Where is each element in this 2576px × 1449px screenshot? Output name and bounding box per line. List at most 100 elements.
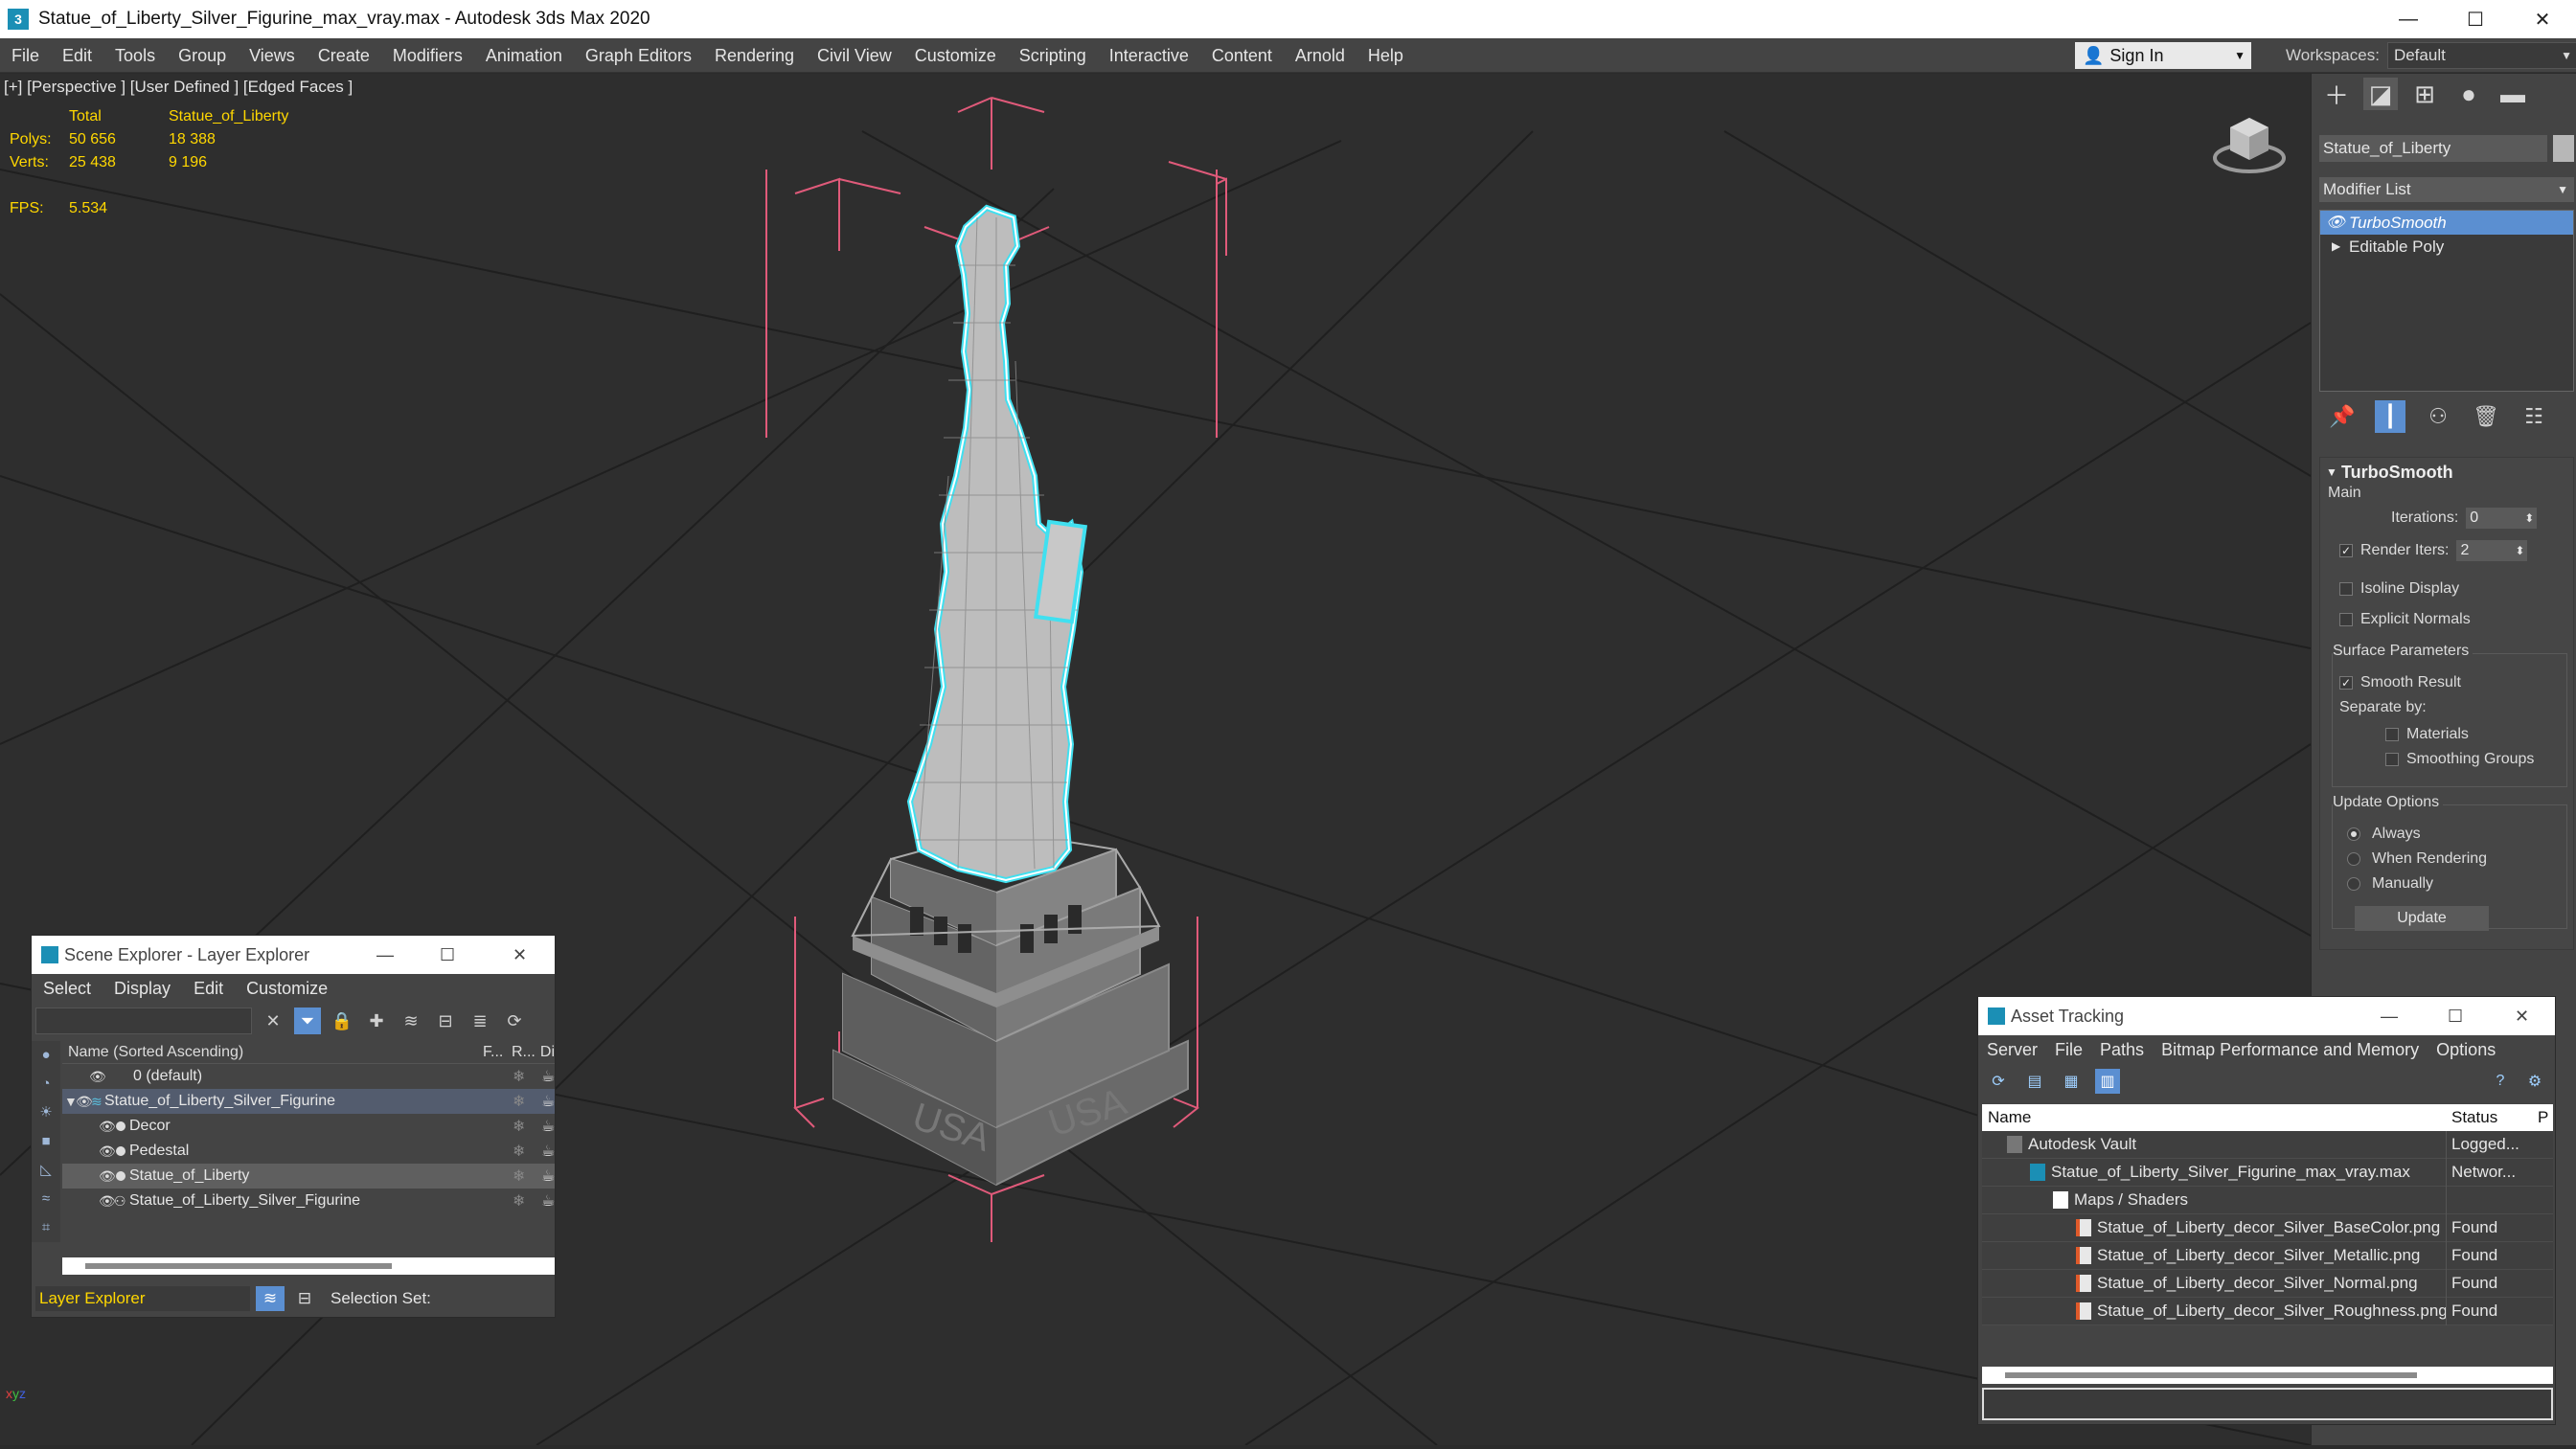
menu-views[interactable]: Views <box>238 38 307 73</box>
settings-icon[interactable]: ⚙ <box>2522 1069 2547 1094</box>
eye-icon[interactable]: 👁 <box>99 1168 116 1185</box>
render-teapot-icon[interactable]: ☕ <box>541 1191 555 1211</box>
filter-icon[interactable]: ⏷ <box>294 1008 321 1034</box>
col-status[interactable]: Status <box>2451 1108 2497 1127</box>
stack-layers-icon[interactable]: ≣ <box>467 1008 493 1034</box>
table-row[interactable]: 👁 Statue_of_Liberty ❄ ☕ <box>62 1164 555 1189</box>
remove-modifier-icon[interactable]: 🗑 <box>2471 400 2501 433</box>
eye-icon[interactable]: 👁 <box>99 1119 116 1135</box>
render-teapot-icon[interactable]: ☕ <box>541 1166 555 1186</box>
iterations-spinner[interactable]: 0 <box>2466 508 2538 529</box>
table-row[interactable]: Autodesk Vault Logged... <box>1982 1131 2553 1159</box>
add-layer-icon[interactable]: ✚ <box>363 1008 390 1034</box>
render-iters-checkbox[interactable]: ✓ <box>2339 544 2353 557</box>
isoline-checkbox[interactable] <box>2339 582 2353 596</box>
menu-arnold[interactable]: Arnold <box>1284 38 1356 73</box>
table-row[interactable]: 👁 Decor ❄ ☕ <box>62 1114 555 1139</box>
horizontal-scrollbar[interactable] <box>62 1257 555 1275</box>
materials-checkbox[interactable] <box>2385 728 2399 741</box>
at-menu-paths[interactable]: Paths <box>2091 1040 2153 1060</box>
at-menu-file[interactable]: File <box>2046 1040 2091 1060</box>
sync-selection-icon[interactable]: ⟳ <box>501 1008 528 1034</box>
update-manually-option[interactable]: Manually <box>2347 875 2433 893</box>
smoothing-groups-option[interactable]: Smoothing Groups <box>2385 751 2534 768</box>
menu-help[interactable]: Help <box>1356 38 1415 73</box>
asset-tracking-titlebar[interactable]: Asset Tracking — ☐ ✕ <box>1978 997 2555 1035</box>
configure-modifier-sets-icon[interactable]: ☷ <box>2519 400 2549 433</box>
minimize-button[interactable]: — <box>2381 997 2398 1035</box>
close-button[interactable]: ✕ <box>513 936 527 974</box>
at-menu-options[interactable]: Options <box>2428 1040 2504 1060</box>
layer-explorer-icon[interactable]: ≋ <box>256 1286 285 1311</box>
maximize-button[interactable]: ☐ <box>2442 0 2509 38</box>
table-row[interactable]: Statue_of_Liberty_Silver_Figurine_max_vr… <box>1982 1159 2553 1187</box>
menu-modifiers[interactable]: Modifiers <box>381 38 474 73</box>
menu-interactive[interactable]: Interactive <box>1098 38 1200 73</box>
list-view-icon[interactable]: ▤ <box>2022 1069 2047 1094</box>
se-menu-display[interactable]: Display <box>103 979 182 999</box>
viewport-label[interactable]: [+] [Perspective ] [User Defined ] [Edge… <box>4 78 353 97</box>
se-menu-edit[interactable]: Edit <box>182 979 235 999</box>
manually-radio[interactable] <box>2347 877 2360 891</box>
menu-scripting[interactable]: Scripting <box>1008 38 1098 73</box>
eye-icon[interactable]: 👁 <box>2326 211 2345 235</box>
freeze-icon[interactable]: ❄ <box>513 1191 525 1211</box>
at-menu-bitmap[interactable]: Bitmap Performance and Memory <box>2153 1040 2428 1060</box>
menu-graph-editors[interactable]: Graph Editors <box>574 38 703 73</box>
thumbnail-view-icon[interactable]: ▦ <box>2059 1069 2084 1094</box>
cameras-filter-icon[interactable]: ■ <box>32 1127 60 1156</box>
object-color-swatch[interactable] <box>2553 135 2574 162</box>
table-row[interactable]: ▼ 👁 ≋ Statue_of_Liberty_Silver_Figurine … <box>62 1089 555 1114</box>
update-always-option[interactable]: Always <box>2347 826 2421 843</box>
explicit-normals-checkbox[interactable] <box>2339 613 2353 626</box>
menu-tools[interactable]: Tools <box>103 38 167 73</box>
motion-tab-icon[interactable]: ● <box>2451 78 2486 110</box>
col-name[interactable]: Name <box>1988 1108 2031 1127</box>
eye-icon[interactable]: 👁 <box>89 1069 106 1085</box>
display-tab-icon[interactable]: ▬ <box>2496 78 2530 110</box>
menu-group[interactable]: Group <box>167 38 238 73</box>
scene-explorer-icon[interactable]: ⊟ <box>290 1286 319 1311</box>
make-unique-icon[interactable]: ⚇ <box>2423 400 2453 433</box>
render-iters-spinner[interactable]: 2 <box>2456 540 2528 561</box>
lights-filter-icon[interactable]: ☀ <box>32 1098 60 1127</box>
refresh-icon[interactable]: ⟳ <box>1986 1069 2011 1094</box>
table-row[interactable]: Statue_of_Liberty_decor_Silver_Normal.pn… <box>1982 1270 2553 1298</box>
freeze-icon[interactable]: ❄ <box>513 1067 525 1086</box>
render-teapot-icon[interactable]: ☕ <box>541 1092 555 1111</box>
shapes-filter-icon[interactable]: ◔ <box>32 1070 60 1098</box>
table-row[interactable]: 👁 ⚇ Statue_of_Liberty_Silver_Figurine ❄ … <box>62 1189 555 1213</box>
update-when-rendering-option[interactable]: When Rendering <box>2347 850 2487 868</box>
table-view-icon[interactable]: ▥ <box>2095 1069 2120 1094</box>
show-end-result-icon[interactable]: ┃ <box>2375 400 2405 433</box>
table-row[interactable]: Maps / Shaders <box>1982 1187 2553 1214</box>
sign-in-dropdown[interactable]: 👤 Sign In ▼ <box>2075 42 2251 69</box>
lock-icon[interactable]: 🔒 <box>329 1008 355 1034</box>
helpers-filter-icon[interactable]: ◺ <box>32 1156 60 1185</box>
maximize-button[interactable]: ☐ <box>2448 997 2463 1035</box>
menu-rendering[interactable]: Rendering <box>703 38 806 73</box>
materials-option[interactable]: Materials <box>2385 726 2469 743</box>
modifier-list-dropdown[interactable]: Modifier List ▼ <box>2319 177 2574 202</box>
se-menu-customize[interactable]: Customize <box>235 979 339 999</box>
se-menu-select[interactable]: Select <box>32 979 103 999</box>
freeze-icon[interactable]: ❄ <box>513 1117 525 1136</box>
modify-tab-icon[interactable]: ◪ <box>2363 78 2398 110</box>
table-row[interactable]: Statue_of_Liberty_decor_Silver_Roughness… <box>1982 1298 2553 1325</box>
close-button[interactable]: ✕ <box>2509 0 2576 38</box>
bones-filter-icon[interactable]: ⌗ <box>32 1213 60 1242</box>
workspaces-select[interactable]: Default ▼ <box>2386 42 2576 69</box>
scene-explorer-titlebar[interactable]: Scene Explorer - Layer Explorer — ☐ ✕ <box>32 936 555 974</box>
col-name[interactable]: Name (Sorted Ascending) <box>62 1044 483 1061</box>
always-radio[interactable] <box>2347 827 2360 841</box>
freeze-icon[interactable]: ❄ <box>513 1166 525 1186</box>
pin-stack-icon[interactable]: 📌 <box>2327 400 2358 433</box>
hierarchy-icon[interactable]: ⊟ <box>432 1008 459 1034</box>
render-teapot-icon[interactable]: ☕ <box>541 1067 555 1086</box>
minimize-button[interactable]: — <box>2375 0 2442 38</box>
clear-search-icon[interactable]: ✕ <box>260 1008 286 1034</box>
menu-content[interactable]: Content <box>1200 38 1284 73</box>
freeze-icon[interactable]: ❄ <box>513 1092 525 1111</box>
render-teapot-icon[interactable]: ☕ <box>541 1117 555 1136</box>
menu-customize[interactable]: Customize <box>903 38 1008 73</box>
